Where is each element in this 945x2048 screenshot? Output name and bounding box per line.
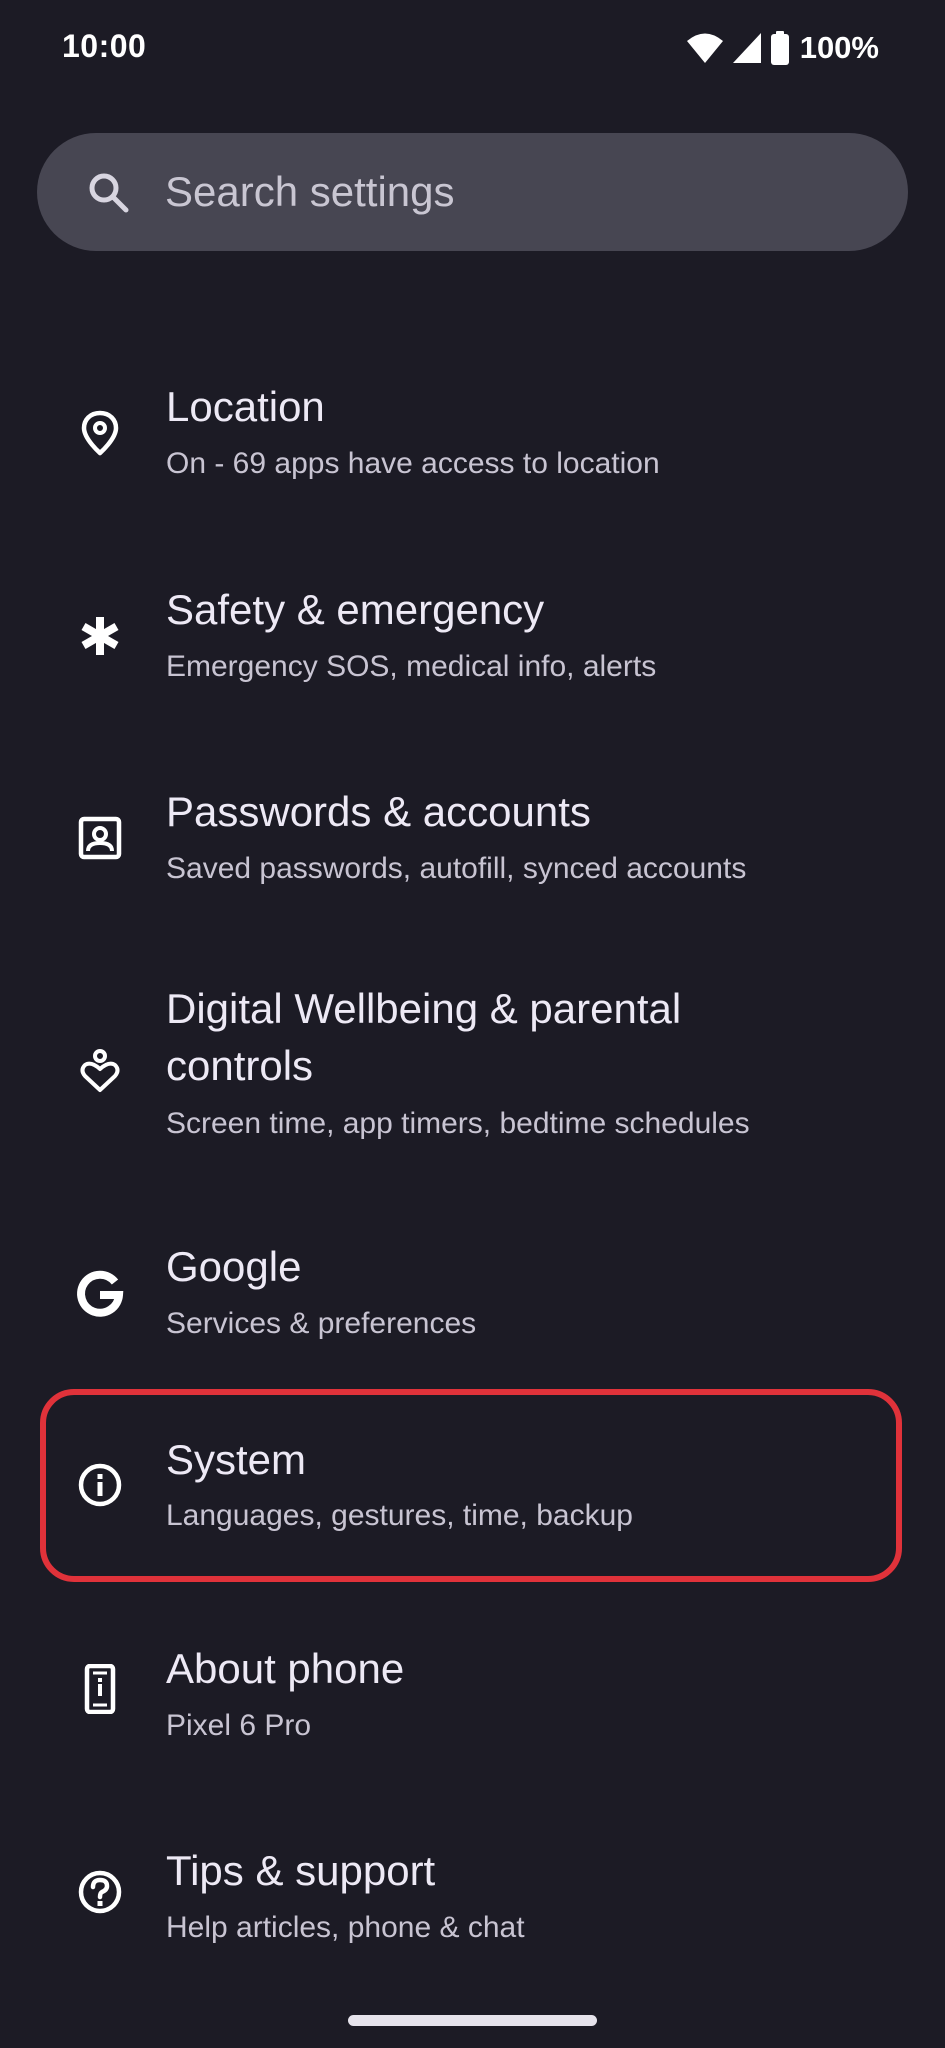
- settings-item-title: Location: [166, 383, 325, 430]
- battery-percentage: 100%: [799, 30, 879, 65]
- account-box-icon: [75, 813, 125, 863]
- settings-item-title: Passwords & accounts: [166, 788, 591, 835]
- settings-item-subtitle: Pixel 6 Pro: [166, 1709, 312, 1742]
- search-icon: [87, 171, 129, 213]
- settings-item-subtitle: On - 69 apps have access to location: [166, 447, 660, 480]
- settings-item-subtitle: Services & preferences: [166, 1307, 477, 1340]
- settings-item-subtitle: Languages, gestures, time, backup: [166, 1499, 633, 1532]
- settings-item-about-phone[interactable]: About phone Pixel 6 Pro: [40, 1622, 904, 1772]
- settings-item-title: About phone: [166, 1645, 405, 1692]
- info-icon: [75, 1460, 125, 1510]
- settings-item-system[interactable]: System Languages, gestures, time, backup: [40, 1409, 904, 1559]
- settings-item-title: Tips & support: [166, 1847, 436, 1894]
- wellbeing-icon: [75, 1046, 125, 1096]
- wifi-icon: [686, 32, 724, 64]
- settings-item-subtitle: Saved passwords, autofill, synced accoun…: [166, 852, 747, 885]
- settings-item-subtitle: Help articles, phone & chat: [166, 1911, 525, 1944]
- google-g-icon: [75, 1268, 125, 1318]
- status-bar: 10:00 100%: [0, 0, 945, 96]
- settings-item-title: Digital Wellbeing & parental: [166, 985, 682, 1032]
- settings-item-title: System: [166, 1436, 307, 1483]
- settings-item-safety-emergency[interactable]: Safety & emergency Emergency SOS, medica…: [40, 563, 904, 713]
- phone-icon: [75, 1664, 125, 1714]
- search-bar[interactable]: Search settings: [37, 133, 908, 251]
- search-input[interactable]: Search settings: [165, 133, 455, 251]
- settings-item-tips-support[interactable]: Tips & support Help articles, phone & ch…: [40, 1824, 904, 1974]
- settings-item-title: Google: [166, 1243, 302, 1290]
- cell-signal-icon: [732, 32, 762, 64]
- settings-item-title: Safety & emergency: [166, 586, 545, 633]
- settings-item-digital-wellbeing[interactable]: Digital Wellbeing & parental controls Sc…: [40, 965, 904, 1165]
- settings-item-subtitle: Screen time, app timers, bedtime schedul…: [166, 1107, 750, 1140]
- status-icons: 100%: [686, 28, 879, 68]
- status-time: 10:00: [62, 28, 147, 64]
- settings-item-location[interactable]: Location On - 69 apps have access to loc…: [40, 360, 904, 510]
- settings-item-subtitle: Emergency SOS, medical info, alerts: [166, 650, 657, 683]
- settings-item-title-line2: controls: [166, 1042, 314, 1089]
- settings-item-passwords-accounts[interactable]: Passwords & accounts Saved passwords, au…: [40, 765, 904, 915]
- home-indicator[interactable]: [348, 2015, 597, 2026]
- settings-item-google[interactable]: Google Services & preferences: [40, 1220, 904, 1370]
- battery-icon: [770, 31, 790, 65]
- asterisk-icon: [75, 611, 125, 661]
- location-pin-icon: [75, 408, 125, 458]
- help-icon: [75, 1867, 125, 1917]
